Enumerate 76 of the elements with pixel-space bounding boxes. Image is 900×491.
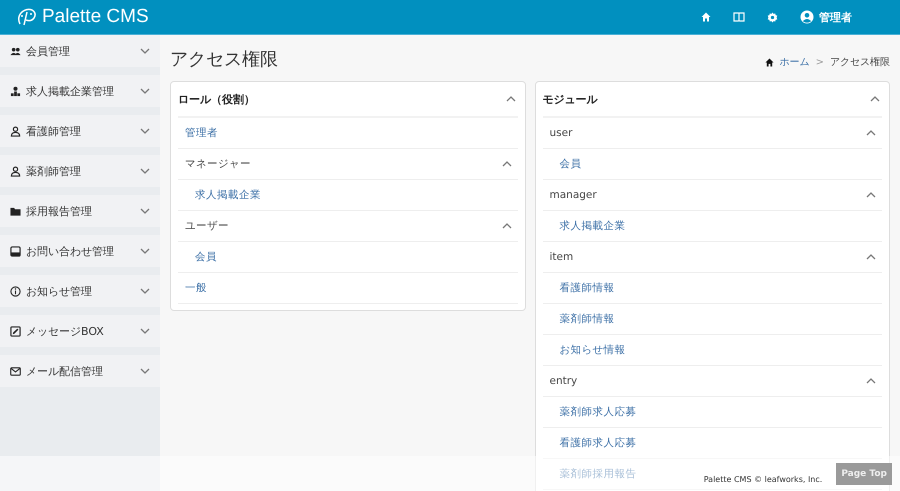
- copyright-text: Palette CMS © leafworks, Inc.: [704, 474, 822, 484]
- user-avatar-icon[interactable]: [800, 10, 814, 24]
- sidebar-label[interactable]: 採用報告管理: [26, 204, 135, 218]
- home-icon[interactable]: [701, 12, 711, 22]
- sidebar-label[interactable]: 求人掲載企業管理: [26, 84, 135, 98]
- person-icon: [10, 166, 21, 176]
- logo-text[interactable]: Palette CMS: [42, 6, 149, 28]
- sidebar-item[interactable]: メール配信管理: [0, 355, 160, 387]
- sidebar-item[interactable]: 看護師管理: [0, 115, 160, 147]
- list-link[interactable]: お知らせ情報: [560, 343, 626, 357]
- card-title: ロール（役割）: [178, 92, 255, 106]
- sitemap-icon: [10, 86, 21, 96]
- users-icon: [10, 46, 21, 56]
- list-label: item: [550, 251, 574, 263]
- collapse-icon[interactable]: [502, 223, 512, 229]
- expand-icon[interactable]: [140, 368, 150, 374]
- user-name[interactable]: 管理者: [819, 10, 852, 24]
- breadcrumb-link[interactable]: ホーム: [780, 55, 810, 69]
- expand-icon[interactable]: [140, 288, 150, 294]
- sidebar-label[interactable]: 薬剤師管理: [26, 164, 135, 178]
- expand-icon[interactable]: [140, 88, 150, 94]
- palette-logo-icon: [16, 7, 38, 27]
- sidebar-label[interactable]: お知らせ管理: [26, 284, 135, 298]
- folder-icon: [10, 206, 21, 216]
- expand-icon[interactable]: [140, 208, 150, 214]
- sidebar-item[interactable]: お知らせ管理: [0, 275, 160, 307]
- sidebar-label[interactable]: お問い合わせ管理: [26, 244, 135, 258]
- list-label: user: [550, 127, 572, 139]
- list-label: manager: [550, 189, 597, 201]
- list-label: マネージャー: [185, 157, 251, 171]
- list-link[interactable]: 求人掲載企業: [195, 188, 261, 202]
- book-icon[interactable]: [733, 12, 745, 22]
- list-link[interactable]: 看護師求人応募: [560, 436, 636, 450]
- collapse-icon[interactable]: [506, 96, 516, 102]
- list-link[interactable]: 看護師情報: [560, 281, 614, 295]
- sidebar-item[interactable]: 求人掲載企業管理: [0, 75, 160, 107]
- expand-icon[interactable]: [140, 328, 150, 334]
- expand-icon[interactable]: [140, 128, 150, 134]
- sidebar-item[interactable]: お問い合わせ管理: [0, 235, 160, 267]
- list-link[interactable]: 薬剤師情報: [560, 312, 614, 326]
- collapse-icon[interactable]: [866, 254, 876, 260]
- list-link[interactable]: 会員: [195, 250, 217, 264]
- home-icon: [764, 58, 774, 66]
- list-link[interactable]: 会員: [560, 157, 582, 171]
- sidebar-label[interactable]: メッセージBOX: [26, 324, 135, 338]
- expand-icon[interactable]: [140, 48, 150, 54]
- info-icon: [10, 286, 21, 296]
- person-icon: [10, 126, 21, 136]
- sidebar-item[interactable]: 採用報告管理: [0, 195, 160, 227]
- list-label: entry: [550, 375, 578, 387]
- sidebar-label[interactable]: 看護師管理: [26, 124, 135, 138]
- settings-icon[interactable]: [767, 12, 778, 22]
- expand-icon[interactable]: [140, 248, 150, 254]
- sidebar-label[interactable]: メール配信管理: [26, 364, 135, 378]
- sidebar-item[interactable]: 薬剤師管理: [0, 155, 160, 187]
- list-label: ユーザー: [185, 219, 229, 233]
- breadcrumb-separator: >: [816, 56, 824, 68]
- list-link[interactable]: 管理者: [185, 126, 218, 140]
- list-link[interactable]: 求人掲載企業: [560, 219, 626, 233]
- breadcrumb-current: アクセス権限: [830, 56, 890, 69]
- collapse-icon[interactable]: [866, 192, 876, 198]
- collapse-icon[interactable]: [866, 130, 876, 136]
- list-link[interactable]: 薬剤師求人応募: [560, 405, 636, 419]
- collapse-icon[interactable]: [870, 96, 880, 102]
- sidebar-label[interactable]: 会員管理: [26, 44, 135, 58]
- list-link[interactable]: 一般: [185, 281, 207, 295]
- sidebar-item[interactable]: メッセージBOX: [0, 315, 160, 347]
- expand-icon[interactable]: [140, 168, 150, 174]
- card-title: モジュール: [542, 92, 598, 106]
- collapse-icon[interactable]: [502, 161, 512, 167]
- page-title: アクセス権限: [170, 48, 278, 71]
- edit-icon: [10, 326, 21, 336]
- envelope-icon: [10, 366, 21, 376]
- tray-icon: [10, 246, 21, 256]
- collapse-icon[interactable]: [866, 378, 876, 384]
- sidebar-item[interactable]: 会員管理: [0, 35, 160, 67]
